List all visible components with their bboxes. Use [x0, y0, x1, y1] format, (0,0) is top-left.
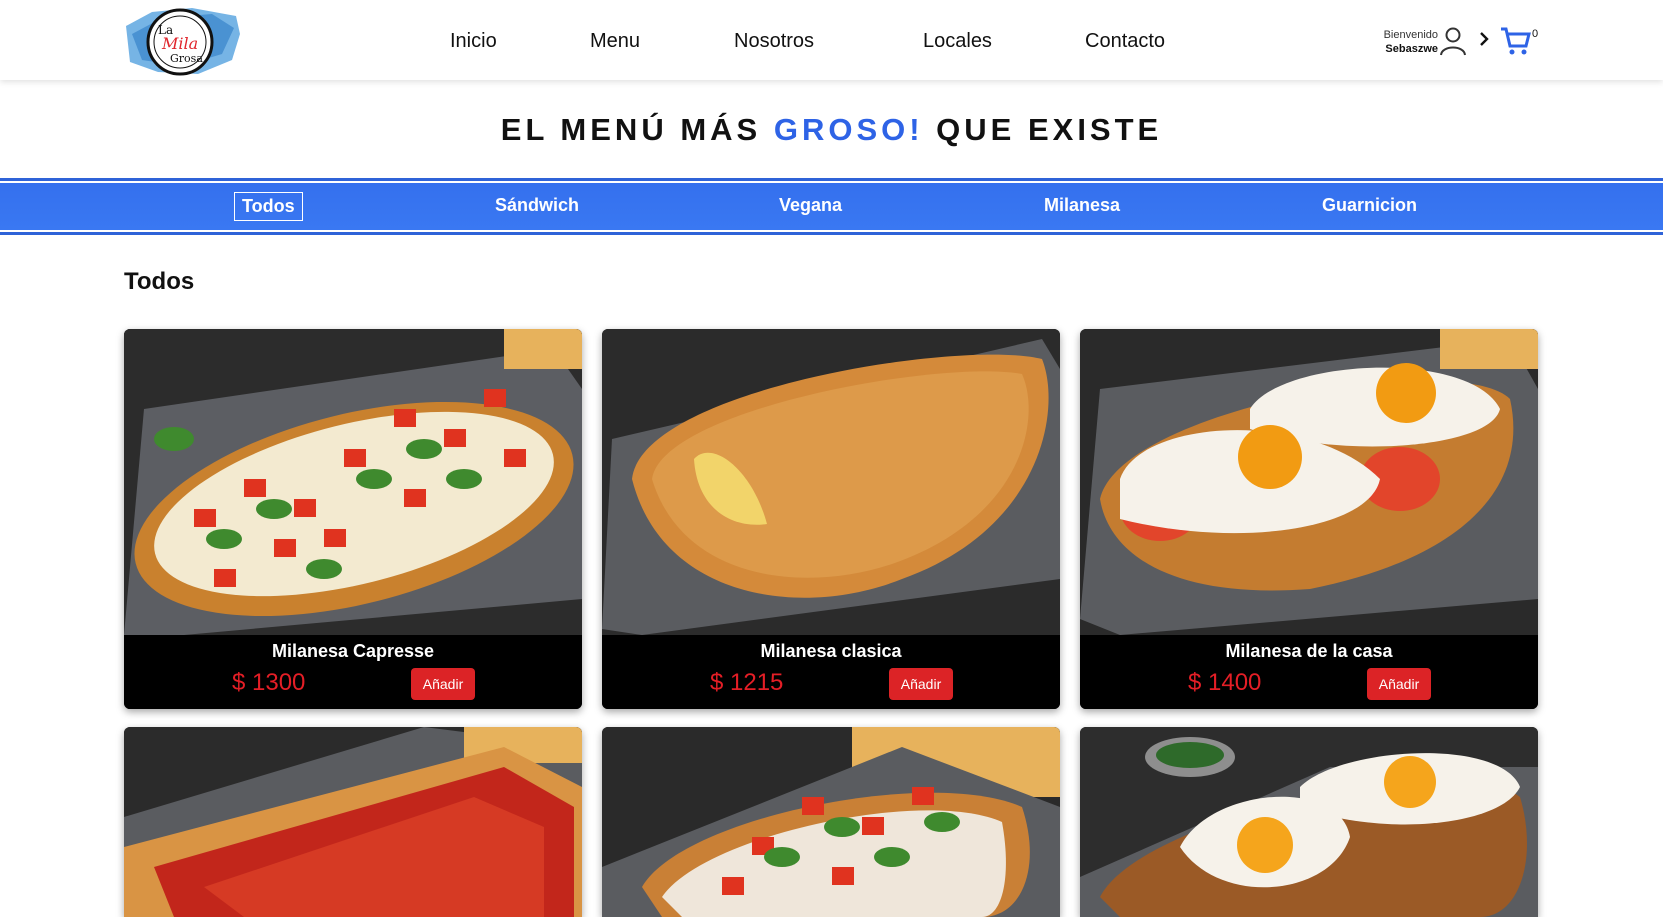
product-card: Milanesa Capresse $ 1300 Añadir	[124, 329, 582, 709]
product-card: Milanesa clasica $ 1215 Añadir	[602, 329, 1060, 709]
product-name: Milanesa clasica	[760, 641, 902, 661]
user-icon[interactable]	[1438, 26, 1468, 56]
product-info: Milanesa Capresse $ 1300 Añadir	[124, 635, 582, 709]
product-name: Milanesa de la casa	[1225, 641, 1393, 661]
add-to-cart-button[interactable]: Añadir	[411, 668, 475, 700]
user-area: Bienvenido Sebaszwe 0	[1372, 26, 1542, 60]
category-bar: Todos Sándwich Vegana Milanesa Guarnicio…	[0, 181, 1663, 232]
product-card: Milanesa de la casa $ 1400 Añadir	[1080, 329, 1538, 709]
product-card	[602, 727, 1060, 917]
product-price: $ 1300	[232, 669, 306, 696]
product-image-de-la-casa	[1080, 329, 1538, 635]
nav-item-locales[interactable]: Locales	[923, 30, 992, 53]
greeting-label: Bienvenido	[1383, 29, 1438, 41]
add-to-cart-button[interactable]: Añadir	[889, 668, 953, 700]
category-tab-guarnicion[interactable]: Guarnicion	[1322, 195, 1417, 216]
brand-logo[interactable]: La Mila Grosa	[122, 4, 244, 78]
product-price: $ 1215	[710, 669, 784, 696]
add-to-cart-button[interactable]: Añadir	[1367, 668, 1431, 700]
logo-text-mila: Mila	[161, 34, 198, 53]
product-info: Milanesa clasica $ 1215 Añadir	[602, 635, 1060, 709]
page-title: EL MENÚ MÁS GROSO! QUE EXISTE	[0, 112, 1663, 148]
product-image-huevos	[1080, 727, 1538, 917]
section-title: Todos	[124, 268, 195, 295]
cart-count-badge: 0	[1532, 28, 1539, 40]
product-image-clasica	[602, 329, 1060, 635]
welcome-text: Bienvenido Sebaszwe	[1372, 28, 1438, 56]
product-image-napolitana	[124, 727, 582, 917]
title-part-2: QUE EXISTE	[923, 112, 1163, 147]
title-accent: GROSO!	[773, 112, 924, 147]
cart-icon[interactable]	[1500, 26, 1532, 56]
category-tab-vegana[interactable]: Vegana	[779, 195, 842, 216]
nav-item-contacto[interactable]: Contacto	[1085, 30, 1165, 53]
product-card	[1080, 727, 1538, 917]
chevron-right-icon[interactable]	[1476, 30, 1492, 48]
nav-item-nosotros[interactable]: Nosotros	[734, 30, 814, 53]
product-card	[124, 727, 582, 917]
product-name: Milanesa Capresse	[271, 641, 435, 661]
username-label: Sebaszwe	[1385, 43, 1438, 55]
product-price: $ 1400	[1188, 669, 1262, 696]
logo-text-grosa: Grosa	[170, 52, 203, 65]
category-tab-sandwich[interactable]: Sándwich	[495, 195, 579, 216]
category-tab-todos[interactable]: Todos	[234, 192, 303, 221]
nav-item-menu[interactable]: Menu	[590, 30, 640, 53]
category-tab-milanesa[interactable]: Milanesa	[1044, 195, 1120, 216]
site-header: La Mila Grosa Inicio Menu Nosotros Local…	[0, 0, 1663, 80]
title-part-1: EL MENÚ MÁS	[500, 112, 774, 147]
product-image-vegana	[602, 727, 1060, 917]
nav-item-inicio[interactable]: Inicio	[450, 30, 497, 53]
product-image-capresse	[124, 329, 582, 635]
product-info: Milanesa de la casa $ 1400 Añadir	[1080, 635, 1538, 709]
